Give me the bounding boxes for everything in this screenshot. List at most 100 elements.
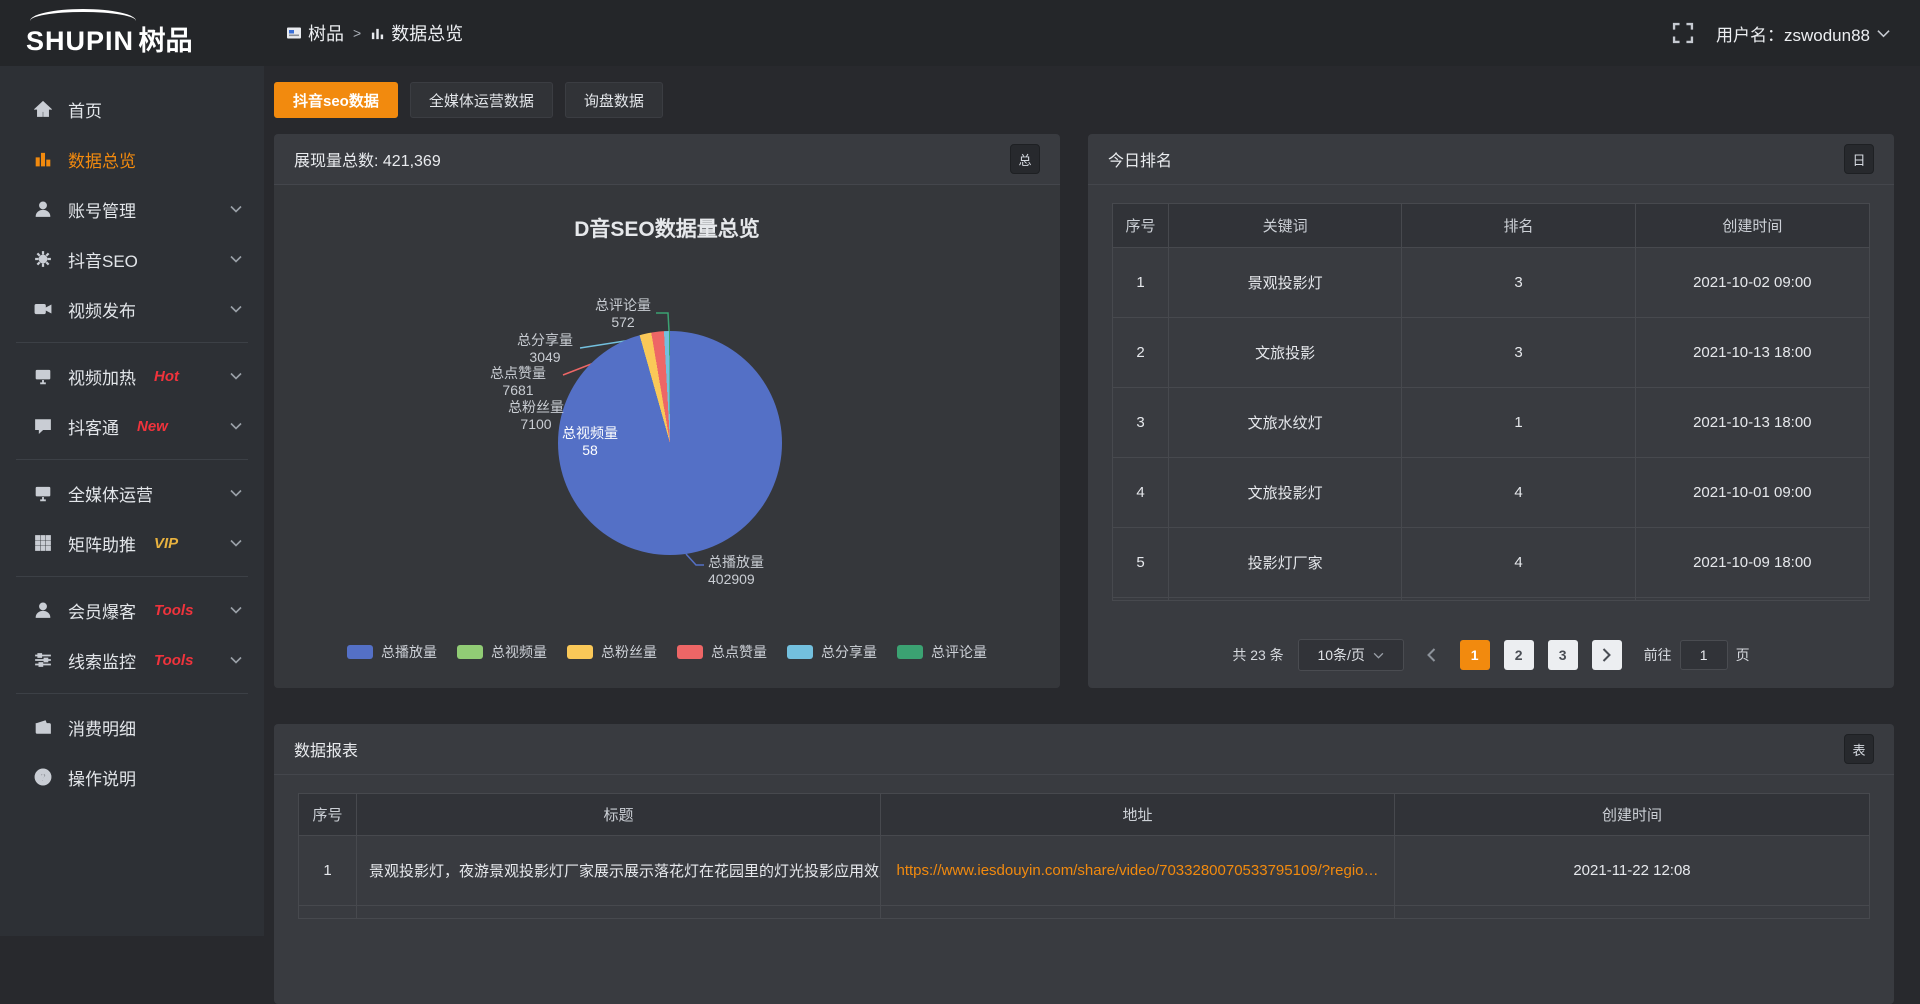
- sidebar-item-douyin-seo[interactable]: 抖音SEO: [0, 234, 264, 284]
- clipped-row-cell: [1169, 598, 1402, 601]
- legend-item-comments[interactable]: 总评论量: [897, 642, 987, 662]
- chevron-left-icon: [1427, 648, 1436, 662]
- tab-inquiry-data[interactable]: 询盘数据: [565, 82, 663, 118]
- legend-swatch: [677, 645, 703, 659]
- legend-item-videos[interactable]: 总视频量: [457, 642, 547, 662]
- sidebar-item-label: 矩阵助推: [68, 531, 136, 556]
- sidebar-item-label: 账号管理: [68, 197, 136, 222]
- day-badge-button[interactable]: 日: [1844, 144, 1874, 174]
- chevron-down-icon: [230, 537, 242, 549]
- report-card-header: 数据报表 表: [274, 724, 1894, 774]
- legend-item-fans[interactable]: 总粉丝量: [567, 642, 657, 662]
- row-index: 5: [1113, 528, 1169, 598]
- row-rank: 3: [1402, 248, 1635, 318]
- sidebar-item-data-overview[interactable]: 数据总览: [0, 134, 264, 184]
- today-ranking-card: 今日排名 日 序号 关键词 排名 创建时间 1 景观投影灯 3 2021-10-…: [1088, 134, 1894, 688]
- row-created: 2021-10-02 09:00: [1636, 248, 1869, 318]
- row-rank: 4: [1402, 528, 1635, 598]
- row-index: 4: [1113, 458, 1169, 528]
- sidebar-item-label: 数据总览: [68, 147, 136, 172]
- goto-page-input[interactable]: [1680, 640, 1728, 670]
- sidebar-item-omni-media[interactable]: 全媒体运营: [0, 468, 264, 518]
- goto-page: 前往 页: [1644, 640, 1750, 670]
- sidebar-item-video-heat[interactable]: 视频加热 Hot: [0, 351, 264, 401]
- tab-omni-media-data[interactable]: 全媒体运营数据: [410, 82, 553, 118]
- chevron-down-icon: [230, 604, 242, 616]
- sidebar-item-home[interactable]: 首页: [0, 84, 264, 134]
- sidebar-item-lead-monitor[interactable]: 线索监控 Tools: [0, 635, 264, 685]
- page-button-2[interactable]: 2: [1504, 640, 1534, 670]
- legend-item-plays[interactable]: 总播放量: [347, 642, 437, 662]
- total-badge-button[interactable]: 总: [1010, 144, 1040, 174]
- column-header: 标题: [357, 794, 881, 836]
- row-keyword: 景观投影灯: [1169, 248, 1402, 318]
- impressions-total-label: 展现量总数: 421,369: [294, 147, 441, 171]
- next-page-button[interactable]: [1592, 640, 1622, 670]
- sidebar-item-member-burst[interactable]: 会员爆客 Tools: [0, 585, 264, 635]
- fullscreen-icon[interactable]: [1672, 22, 1694, 44]
- pie-label-comments: 总评论量 572: [595, 297, 651, 331]
- tab-douyin-seo-data[interactable]: 抖音seo数据: [274, 82, 398, 118]
- breadcrumb-root[interactable]: 树品: [286, 20, 344, 46]
- page-size-select[interactable]: 10条/页: [1298, 639, 1404, 671]
- new-badge: New: [137, 418, 168, 435]
- pie-chart-area: D音SEO数据量总览 总评论量 572 总分享量 3049: [274, 185, 1060, 688]
- user-icon: [34, 200, 52, 218]
- logo-arc: [30, 9, 136, 21]
- chevron-down-icon: [230, 203, 242, 215]
- column-header: 排名: [1402, 204, 1635, 248]
- seo-chart-card: 展现量总数: 421,369 总 D音SEO数据量总览 总评论量 572: [274, 134, 1060, 688]
- chevron-down-icon: [230, 370, 242, 382]
- row-keyword: 文旅投影灯: [1169, 458, 1402, 528]
- breadcrumb-current[interactable]: 数据总览: [370, 20, 463, 46]
- row-created: 2021-10-09 18:00: [1636, 528, 1869, 598]
- report-table: 序号 标题 地址 创建时间 1 景观投影灯，夜游景观投影灯厂家展示展示落花灯在花…: [298, 793, 1870, 919]
- chat-bubble-icon: [34, 417, 52, 435]
- pie-label-videos: 总视频量 58: [562, 425, 618, 459]
- video-link[interactable]: https://www.iesdouyin.com/share/video/70…: [897, 862, 1379, 879]
- sidebar-item-expense-detail[interactable]: 消费明细: [0, 702, 264, 752]
- sidebar-item-label: 消费明细: [68, 715, 136, 740]
- gear-icon: [34, 250, 52, 268]
- sidebar-item-instructions[interactable]: ? 操作说明: [0, 752, 264, 802]
- sidebar-item-label: 操作说明: [68, 765, 136, 790]
- breadcrumb-current-label: 数据总览: [391, 20, 463, 46]
- clipped-row-cell: [1395, 906, 1869, 918]
- sidebar-item-label: 视频发布: [68, 297, 136, 322]
- monitor-icon: [34, 484, 52, 502]
- sidebar-item-matrix-boost[interactable]: 矩阵助推 VIP: [0, 518, 264, 568]
- user-menu[interactable]: 用户名：zswodun88: [1716, 21, 1890, 46]
- row-index: 1: [1113, 248, 1169, 318]
- sidebar-item-account[interactable]: 账号管理: [0, 184, 264, 234]
- row-title: 景观投影灯，夜游景观投影灯厂家展示展示落花灯在花园里的灯光投影应用效果 #: [357, 836, 881, 906]
- clipped-row-cell: [1402, 598, 1635, 601]
- data-tabs: 抖音seo数据 全媒体运营数据 询盘数据: [274, 82, 1894, 118]
- sidebar-item-doutong[interactable]: 抖客通 New: [0, 401, 264, 451]
- row-index: 3: [1113, 388, 1169, 458]
- question-circle-icon: ?: [34, 768, 52, 786]
- report-title: 数据报表: [294, 737, 358, 761]
- pie-label-shares: 总分享量 3049: [517, 332, 573, 366]
- sidebar-item-video-publish[interactable]: 视频发布: [0, 284, 264, 334]
- table-badge-button[interactable]: 表: [1844, 734, 1874, 764]
- sidebar: 首页 数据总览 账号管理 抖音SEO 视频发布 视频加热 Hot 抖客通 New…: [0, 66, 264, 936]
- chevron-down-icon: [1373, 652, 1384, 659]
- pie-label-likes: 总点赞量 7681: [490, 365, 546, 399]
- prev-page-button[interactable]: [1418, 640, 1446, 670]
- page-button-1[interactable]: 1: [1460, 640, 1490, 670]
- sidebar-item-label: 抖音SEO: [68, 247, 138, 272]
- pagination-total: 共 23 条: [1232, 645, 1283, 665]
- column-header: 创建时间: [1636, 204, 1869, 248]
- legend-item-shares[interactable]: 总分享量: [787, 642, 877, 662]
- clipped-row-cell: [1113, 598, 1169, 601]
- clipped-row-cell: [1636, 598, 1869, 601]
- page-button-3[interactable]: 3: [1548, 640, 1578, 670]
- sidebar-divider: [16, 693, 248, 694]
- legend-item-likes[interactable]: 总点赞量: [677, 642, 767, 662]
- chevron-down-icon: [230, 303, 242, 315]
- logo-text-cn: 树品: [138, 26, 192, 56]
- username-label: 用户名：zswodun88: [1716, 21, 1870, 46]
- chart-title: D音SEO数据量总览: [274, 213, 1060, 243]
- column-header: 创建时间: [1395, 794, 1869, 836]
- goto-suffix: 页: [1736, 645, 1750, 665]
